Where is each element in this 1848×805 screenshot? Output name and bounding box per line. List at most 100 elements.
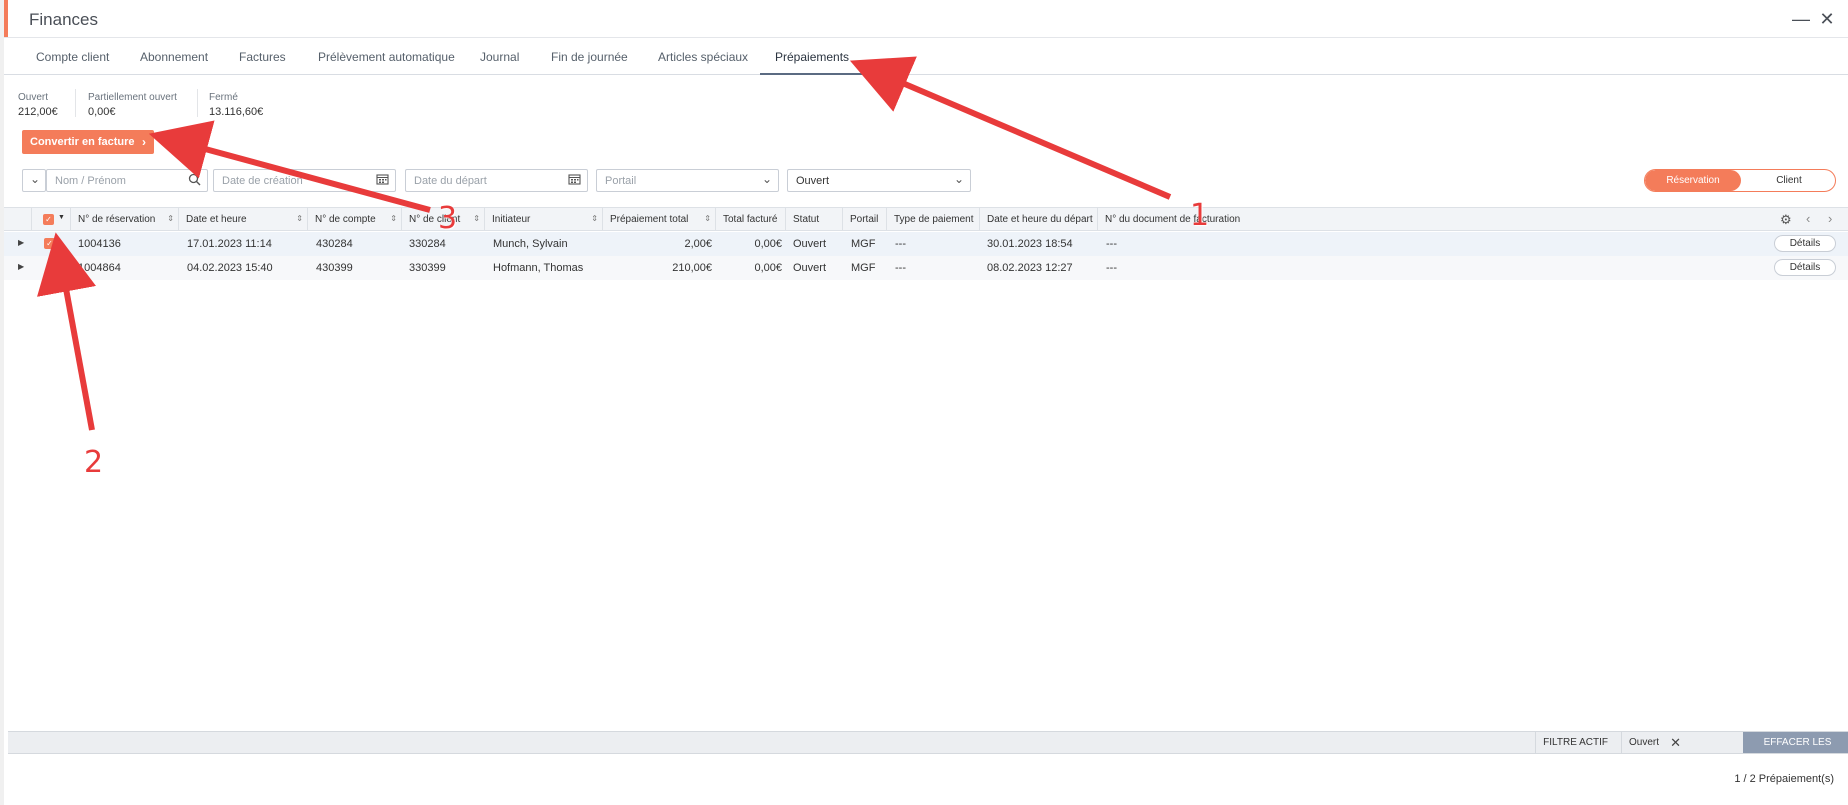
summary-open-label: Ouvert [18, 92, 49, 103]
name-search-placeholder: Nom / Prénom [55, 175, 126, 187]
col-payment-type[interactable]: Type de paiement [887, 208, 980, 231]
calendar-icon [568, 173, 581, 188]
row-checkbox[interactable]: ✓ [44, 238, 55, 249]
active-filter-chip: Ouvert [1620, 732, 1665, 753]
cell-date-time: 17.01.2023 11:14 [187, 238, 272, 250]
sort-icon[interactable]: ⇕ [591, 214, 598, 223]
col-prepayment-total[interactable]: Prépaiement total ⇕ [603, 208, 716, 231]
col-initiator[interactable]: Initiateur ⇕ [485, 208, 603, 231]
name-search-input[interactable]: Nom / Prénom [46, 169, 208, 192]
tab-factures[interactable]: Factures [239, 50, 286, 64]
col-departure-label: Date et heure du départ [987, 214, 1093, 225]
col-portal[interactable]: Portail [843, 208, 887, 231]
search-icon [188, 173, 201, 189]
title-bar: Finances — ✕ [4, 0, 1848, 38]
departure-date-input[interactable]: Date du départ [405, 169, 588, 192]
col-invoice-doc-label: N° du document de facturation [1105, 214, 1241, 225]
filter-dropdown-toggle[interactable]: ⌄ [22, 169, 46, 192]
tab-journal[interactable]: Journal [480, 50, 519, 64]
col-initiator-label: Initiateur [492, 214, 531, 225]
sort-icon[interactable]: ⇕ [167, 214, 174, 223]
cell-initiator: Hofmann, Thomas [493, 262, 584, 274]
clear-filters-button[interactable]: EFFACER LES FILTRES [1743, 732, 1848, 769]
select-all-checkbox[interactable]: ✓ [43, 214, 54, 225]
chevron-down-icon: ⌄ [761, 172, 772, 186]
cell-portal: MGF [851, 238, 876, 250]
tab-prepaiements[interactable]: Prépaiements [775, 50, 849, 64]
toggle-reservation[interactable]: Réservation [1645, 170, 1741, 191]
status-select-value: Ouvert [796, 175, 830, 187]
summary-partial-label: Partiellement ouvert [88, 92, 177, 103]
tab-abonnement[interactable]: Abonnement [140, 50, 208, 64]
cell-date-time: 04.02.2023 15:40 [187, 262, 273, 274]
summary-divider [75, 89, 76, 117]
sort-icon[interactable]: ⇕ [704, 214, 711, 223]
col-date-time[interactable]: Date et heure ⇕ [179, 208, 308, 231]
convert-to-invoice-button[interactable]: Convertir en facture › [22, 130, 154, 154]
col-account-no[interactable]: N° de compte ⇕ [308, 208, 402, 231]
expand-row-icon[interactable]: ▶ [18, 238, 24, 247]
tab-bar: Compte client Abonnement Factures Prélèv… [4, 38, 1848, 75]
window-title: Finances [29, 10, 98, 29]
caret-down-icon[interactable]: ▼ [58, 214, 65, 221]
cell-account-no: 430399 [316, 262, 353, 274]
cell-initiator: Munch, Sylvain [493, 238, 568, 250]
cell-client-no: 330284 [409, 238, 446, 250]
tab-articles-speciaux[interactable]: Articles spéciaux [658, 50, 748, 64]
table-row[interactable]: ▶ ✓ 1004136 17.01.2023 11:14 430284 3302… [4, 232, 1848, 256]
table-header: ✓ ▼ N° de réservation ⇕ Date et heure ⇕ N°… [4, 207, 1848, 231]
cell-prepayment-total: 2,00€ [684, 238, 712, 250]
record-count: 1 / 2 Prépaiement(s) [1734, 773, 1834, 785]
cell-departure: 30.01.2023 18:54 [987, 238, 1073, 250]
chevron-right-icon: › [142, 135, 146, 149]
minimize-icon[interactable]: — [1790, 8, 1812, 30]
cell-departure: 08.02.2023 12:27 [987, 262, 1073, 274]
annotation-number-2: 2 [84, 445, 104, 480]
chevron-down-icon: ⌄ [953, 172, 964, 186]
annotation-number-1: 1 [1190, 198, 1210, 233]
cell-reservation-no: 1004864 [78, 262, 121, 274]
col-departure[interactable]: Date et heure du départ [980, 208, 1098, 231]
chevron-right-icon[interactable]: › [1828, 211, 1832, 226]
col-date-time-label: Date et heure [186, 214, 247, 225]
active-filter-label: FILTRE ACTIF [1535, 732, 1615, 753]
expand-column-header [4, 208, 32, 231]
close-icon[interactable]: ✕ [1816, 8, 1838, 30]
cell-portal: MGF [851, 262, 876, 274]
status-select[interactable]: Ouvert ⌄ [787, 169, 971, 192]
sort-icon[interactable]: ⇕ [390, 214, 397, 223]
finances-window: Finances — ✕ Compte client Abonnement Fa… [0, 0, 1848, 805]
cell-payment-type: --- [895, 262, 906, 274]
summary-open-value: 212,00€ [18, 106, 58, 118]
sort-icon[interactable]: ⇕ [473, 214, 480, 223]
select-all-header[interactable]: ✓ ▼ [32, 208, 71, 231]
sort-icon[interactable]: ⇕ [296, 214, 303, 223]
chevron-left-icon[interactable]: ‹ [1806, 211, 1810, 226]
details-button[interactable]: Détails [1774, 235, 1836, 252]
cell-invoice-doc: --- [1106, 238, 1117, 250]
remove-filter-icon[interactable]: ✕ [1670, 735, 1681, 751]
col-status-label: Statut [793, 214, 820, 225]
tab-prelevement-automatique[interactable]: Prélèvement automatique [318, 50, 455, 64]
col-prepayment-total-label: Prépaiement total [610, 214, 689, 225]
summary-closed-label: Fermé [209, 92, 238, 103]
cell-status: Ouvert [793, 262, 827, 274]
portal-select[interactable]: Portail ⌄ [596, 169, 779, 192]
details-button[interactable]: Détails [1774, 259, 1836, 276]
col-reservation-no-label: N° de réservation [78, 214, 156, 225]
cell-status: Ouvert [793, 238, 827, 250]
summary-divider [197, 89, 198, 117]
expand-row-icon[interactable]: ▶ [18, 262, 24, 271]
calendar-icon [376, 173, 389, 188]
active-filters-bar: FILTRE ACTIF Ouvert ✕ EFFACER LES FILTRE… [8, 731, 1848, 769]
col-reservation-no[interactable]: N° de réservation ⇕ [71, 208, 179, 231]
col-status[interactable]: Statut [786, 208, 843, 231]
gear-icon[interactable]: ⚙ [1780, 212, 1792, 228]
col-billed-total[interactable]: Total facturé [716, 208, 786, 231]
creation-date-input[interactable]: Date de création [213, 169, 396, 192]
tab-fin-de-journee[interactable]: Fin de journée [551, 50, 628, 64]
table-row[interactable]: ▶ 1004864 04.02.2023 15:40 430399 330399… [4, 256, 1848, 280]
toggle-client[interactable]: Client [1741, 170, 1835, 191]
cell-account-no: 430284 [316, 238, 353, 250]
tab-compte-client[interactable]: Compte client [36, 50, 109, 64]
